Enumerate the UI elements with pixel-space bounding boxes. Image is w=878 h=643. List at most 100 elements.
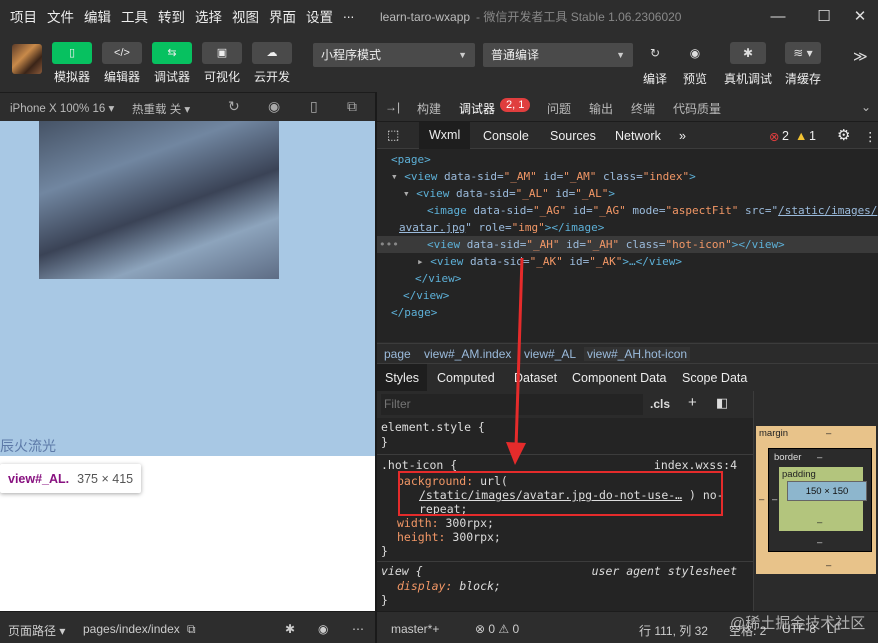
maximize-button[interactable]: ☐ bbox=[804, 0, 844, 32]
close-button[interactable]: ✕ bbox=[840, 0, 878, 32]
wxml-line[interactable]: avatar.jpg" role="img"></image> bbox=[377, 219, 878, 236]
rule-source-link[interactable]: index.wxss:4 bbox=[654, 458, 737, 472]
tab-scope-data[interactable]: Scope Data bbox=[682, 371, 747, 385]
layers-icon: ≋ ▾ bbox=[785, 42, 821, 64]
expand-icon[interactable]: ▾ bbox=[403, 187, 410, 200]
compile-button[interactable]: ↻ 编译 bbox=[637, 42, 673, 87]
wxml-attr: id= bbox=[566, 204, 593, 217]
remote-debug-button[interactable]: ✱ 真机调试 bbox=[722, 42, 774, 87]
page-path-select[interactable]: 页面路径 ▾ bbox=[8, 622, 65, 639]
tab-dataset[interactable]: Dataset bbox=[514, 371, 557, 385]
tab-wxml[interactable]: Wxml bbox=[419, 122, 471, 149]
more-icon[interactable]: ⋮ bbox=[864, 129, 877, 144]
tab-console[interactable]: Console bbox=[483, 129, 529, 143]
phone-frame-icon[interactable]: ▯ bbox=[310, 98, 318, 115]
wxml-link[interactable]: /static/images/ bbox=[778, 204, 877, 217]
minimize-button[interactable]: — bbox=[758, 0, 798, 32]
simulator-button[interactable]: ▯ 模拟器 bbox=[50, 42, 94, 85]
tab-terminal[interactable]: 终端 bbox=[631, 100, 655, 117]
more-icon[interactable]: ≫ bbox=[853, 48, 868, 65]
cloud-dev-button[interactable]: ☁ 云开发 bbox=[250, 42, 294, 85]
wxml-tag: ></image> bbox=[544, 221, 605, 234]
tab-styles[interactable]: Styles bbox=[377, 364, 428, 392]
style-value: block; bbox=[452, 579, 501, 593]
wxml-line-selected[interactable]: ••• <view data-sid="_AH" id="_AH" class=… bbox=[377, 236, 878, 253]
gear-icon[interactable]: ⚙ bbox=[837, 126, 850, 144]
chevron-down-icon[interactable]: ⌄ bbox=[861, 100, 871, 114]
more-icon[interactable]: ⋯ bbox=[352, 622, 364, 636]
preview-button[interactable]: ◉ 预览 bbox=[677, 42, 713, 87]
tab-output[interactable]: 输出 bbox=[589, 100, 613, 117]
expand-icon[interactable]: ▸ bbox=[417, 255, 424, 268]
menu-settings[interactable]: 设置 bbox=[306, 6, 333, 26]
sidebar-toggle-icon[interactable]: ◧ bbox=[716, 395, 728, 411]
copy-icon[interactable]: ⧉ bbox=[187, 622, 196, 637]
style-property: height: bbox=[397, 530, 446, 544]
wxml-line[interactable]: ▸ <view data-sid="_AK" id="_AK">…</view> bbox=[377, 253, 878, 270]
inspect-icon[interactable]: ⬚ bbox=[387, 127, 399, 143]
menu-goto[interactable]: 转到 bbox=[158, 6, 185, 26]
wxml-tag: <view bbox=[430, 255, 464, 268]
border-left-value: – bbox=[772, 494, 778, 505]
menu-more[interactable]: ... bbox=[343, 6, 354, 26]
wxml-line[interactable]: </page> bbox=[377, 304, 878, 321]
breadcrumb: page view#_AM.index view#_AL view#_AH.ho… bbox=[377, 343, 878, 363]
dock-icon[interactable]: →| bbox=[385, 100, 400, 114]
tab-build[interactable]: 构建 bbox=[417, 100, 441, 117]
wxml-link[interactable]: avatar.jpg bbox=[399, 221, 465, 234]
element-style-rule[interactable]: element.style { bbox=[381, 420, 485, 435]
menu-edit[interactable]: 编辑 bbox=[84, 6, 111, 26]
inspect-tooltip: view#_AL. 375 × 415 bbox=[0, 464, 142, 493]
device-select[interactable]: iPhone X 100% 16 ▾ bbox=[10, 101, 114, 115]
git-branch[interactable]: master*+ bbox=[391, 622, 439, 636]
tab-problems[interactable]: 问题 bbox=[547, 100, 571, 117]
tab-network[interactable]: Network bbox=[615, 129, 661, 143]
compile-select[interactable]: 普通编译 ▼ bbox=[483, 43, 633, 67]
breadcrumb-item[interactable]: view#_AL bbox=[524, 347, 576, 361]
expand-icon[interactable]: ▾ bbox=[391, 170, 398, 183]
popout-icon[interactable]: ⧉ bbox=[347, 98, 357, 115]
user-avatar[interactable] bbox=[12, 44, 42, 74]
add-icon[interactable]: + bbox=[688, 394, 697, 411]
ua-source: user agent stylesheet bbox=[591, 564, 737, 578]
eye-icon[interactable]: ◉ bbox=[318, 622, 328, 636]
hot-reload-select[interactable]: 热重载 关 ▾ bbox=[132, 101, 190, 117]
visual-button[interactable]: ▣ 可视化 bbox=[200, 42, 244, 85]
rule-close: } bbox=[381, 544, 388, 558]
wxml-line[interactable]: ▾ <view data-sid="_AL" id="_AL"> bbox=[377, 185, 878, 202]
tab-sources[interactable]: Sources bbox=[550, 129, 596, 143]
wxml-line[interactable]: </view> bbox=[377, 270, 878, 287]
rotate-icon[interactable]: ↻ bbox=[228, 98, 240, 115]
menu-select[interactable]: 选择 bbox=[195, 6, 222, 26]
tab-code-quality[interactable]: 代码质量 bbox=[673, 100, 721, 117]
tab-debugger[interactable]: 调试器 bbox=[459, 100, 495, 117]
style-declaration[interactable]: height: 300rpx; bbox=[397, 530, 501, 545]
menu-ui[interactable]: 界面 bbox=[269, 6, 296, 26]
wxml-line[interactable]: ▾ <view data-sid="_AM" id="_AM" class="i… bbox=[377, 168, 878, 185]
editor-button[interactable]: </> 编辑器 bbox=[100, 42, 144, 85]
more-tabs-icon[interactable]: » bbox=[679, 129, 686, 143]
clear-cache-button[interactable]: ≋ ▾ 清缓存 bbox=[783, 42, 823, 87]
tab-component-data[interactable]: Component Data bbox=[572, 371, 667, 385]
menu-tools[interactable]: 工具 bbox=[121, 6, 148, 26]
menu-file[interactable]: 文件 bbox=[47, 6, 74, 26]
wxml-line[interactable]: </view> bbox=[377, 287, 878, 304]
wxml-line[interactable]: <page> bbox=[377, 151, 878, 168]
more-icon[interactable]: ••• bbox=[379, 236, 399, 253]
menu-view[interactable]: 视图 bbox=[232, 6, 259, 26]
problems-count[interactable]: ⊗ 0 ⚠ 0 bbox=[475, 622, 519, 636]
breadcrumb-item[interactable]: view#_AM.index bbox=[424, 347, 511, 361]
debugger-button[interactable]: ⇆ 调试器 bbox=[150, 42, 194, 85]
cursor-position[interactable]: 行 111, 列 32 bbox=[639, 622, 708, 639]
breadcrumb-item[interactable]: page bbox=[384, 347, 411, 361]
cls-toggle[interactable]: .cls bbox=[650, 397, 670, 411]
breadcrumb-item-current[interactable]: view#_AH.hot-icon bbox=[584, 347, 691, 361]
menu-project[interactable]: 项目 bbox=[10, 6, 37, 26]
tab-computed[interactable]: Computed bbox=[437, 371, 495, 385]
filter-input[interactable] bbox=[381, 394, 643, 415]
mode-select[interactable]: 小程序模式 ▼ bbox=[313, 43, 475, 67]
wxml-line[interactable]: <image data-sid="_AG" id="_AG" mode="asp… bbox=[377, 202, 878, 219]
style-declaration[interactable]: width: 300rpx; bbox=[397, 516, 494, 531]
bug-icon[interactable]: ✱ bbox=[285, 622, 295, 636]
stop-icon[interactable]: ◉ bbox=[268, 98, 280, 115]
